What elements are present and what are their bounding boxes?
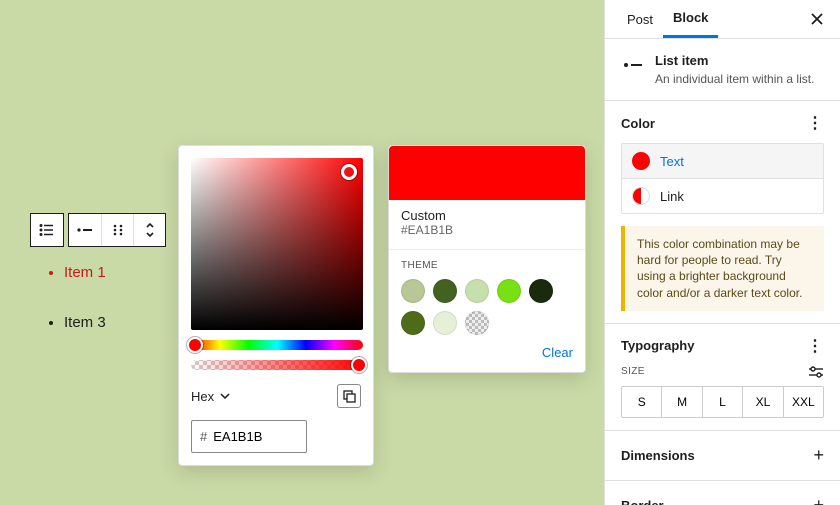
color-picker-popover: Hex # — [178, 145, 374, 466]
block-toolbar — [30, 213, 166, 247]
link-color-swatch — [632, 187, 650, 205]
color-panel-title: Color — [621, 116, 655, 131]
color-row-link[interactable]: Link — [622, 178, 823, 213]
size-option-xxl[interactable]: XXL — [783, 387, 823, 417]
list-item-1[interactable]: Item 1 — [64, 260, 106, 285]
block-type-button[interactable] — [31, 214, 63, 246]
list-item-icon-button[interactable] — [69, 214, 101, 246]
saturation-cursor[interactable] — [341, 164, 357, 180]
contrast-warning: This color combination may be hard for p… — [621, 226, 824, 311]
hash-prefix: # — [200, 429, 207, 444]
theme-swatch[interactable] — [529, 279, 553, 303]
sidebar-tabs: Post Block — [605, 0, 840, 39]
list-item-2[interactable]: Item 2 — [64, 285, 106, 310]
clear-color-link[interactable]: Clear — [542, 345, 573, 360]
palette-section-label: THEME — [401, 260, 573, 271]
chevron-down-icon — [220, 393, 230, 399]
list-item-icon — [621, 53, 645, 77]
theme-swatch-transparent[interactable] — [465, 311, 489, 335]
dimensions-label: Dimensions — [621, 448, 695, 463]
saturation-field[interactable] — [191, 158, 363, 330]
block-title: List item — [655, 53, 814, 68]
color-format-label: Hex — [191, 389, 214, 404]
theme-swatch[interactable] — [433, 279, 457, 303]
copy-icon — [342, 389, 356, 403]
tab-post[interactable]: Post — [617, 2, 663, 37]
typography-menu[interactable]: ⋮ — [807, 336, 824, 356]
plus-icon: + — [813, 445, 824, 466]
theme-swatch[interactable] — [401, 311, 425, 335]
alpha-slider[interactable] — [191, 360, 363, 370]
hex-input[interactable]: # — [191, 420, 307, 453]
text-color-label: Text — [660, 154, 684, 169]
palette-color-hex: #EA1B1B — [401, 223, 573, 237]
hue-slider[interactable] — [191, 340, 363, 350]
tab-block[interactable]: Block — [663, 0, 718, 38]
alpha-thumb[interactable] — [351, 357, 367, 373]
color-panel: Color ⋮ Text Link This color combination… — [605, 101, 840, 324]
close-sidebar-button[interactable] — [806, 8, 828, 30]
size-segmented: S M L XL XXL — [621, 386, 824, 418]
settings-sidebar: Post Block List item An individual item … — [604, 0, 840, 505]
theme-swatch[interactable] — [497, 279, 521, 303]
border-panel-toggle[interactable]: Border + — [605, 481, 840, 505]
theme-swatch[interactable] — [433, 311, 457, 335]
copy-color-button[interactable] — [337, 384, 361, 408]
hue-thumb[interactable] — [187, 337, 203, 353]
move-updown-button[interactable] — [133, 214, 165, 246]
theme-swatches — [401, 279, 573, 335]
editor-canvas: Item 1 Item 2 Item 3 Hex # — [0, 0, 604, 505]
size-option-l[interactable]: L — [702, 387, 742, 417]
palette-popover: Custom #EA1B1B THEME Clear — [388, 145, 586, 373]
border-label: Border — [621, 498, 664, 505]
block-description: An individual item within a list. — [655, 72, 814, 86]
theme-swatch[interactable] — [401, 279, 425, 303]
text-color-swatch — [632, 152, 650, 170]
typography-panel: Typography ⋮ SIZE S M L XL XXL — [605, 324, 840, 431]
close-icon — [810, 12, 824, 26]
dimensions-panel-toggle[interactable]: Dimensions + — [605, 431, 840, 481]
drag-handle[interactable] — [101, 214, 133, 246]
block-summary: List item An individual item within a li… — [605, 39, 840, 101]
list-item-3[interactable]: Item 3 — [64, 310, 106, 335]
color-format-select[interactable]: Hex — [191, 389, 230, 404]
size-option-m[interactable]: M — [661, 387, 701, 417]
link-color-label: Link — [660, 189, 684, 204]
plus-icon: + — [813, 495, 824, 505]
theme-swatch[interactable] — [465, 279, 489, 303]
color-row-text[interactable]: Text — [622, 144, 823, 178]
block-list: Item 1 Item 2 Item 3 — [50, 260, 106, 335]
size-settings-icon[interactable] — [808, 366, 824, 378]
palette-current-swatch[interactable] — [389, 146, 585, 200]
color-panel-menu[interactable]: ⋮ — [807, 113, 824, 133]
hex-value-field[interactable] — [213, 429, 283, 444]
typography-title: Typography — [621, 338, 694, 353]
size-option-xl[interactable]: XL — [742, 387, 782, 417]
size-option-s[interactable]: S — [622, 387, 661, 417]
palette-color-name: Custom — [401, 208, 573, 223]
size-label: SIZE — [621, 366, 645, 377]
